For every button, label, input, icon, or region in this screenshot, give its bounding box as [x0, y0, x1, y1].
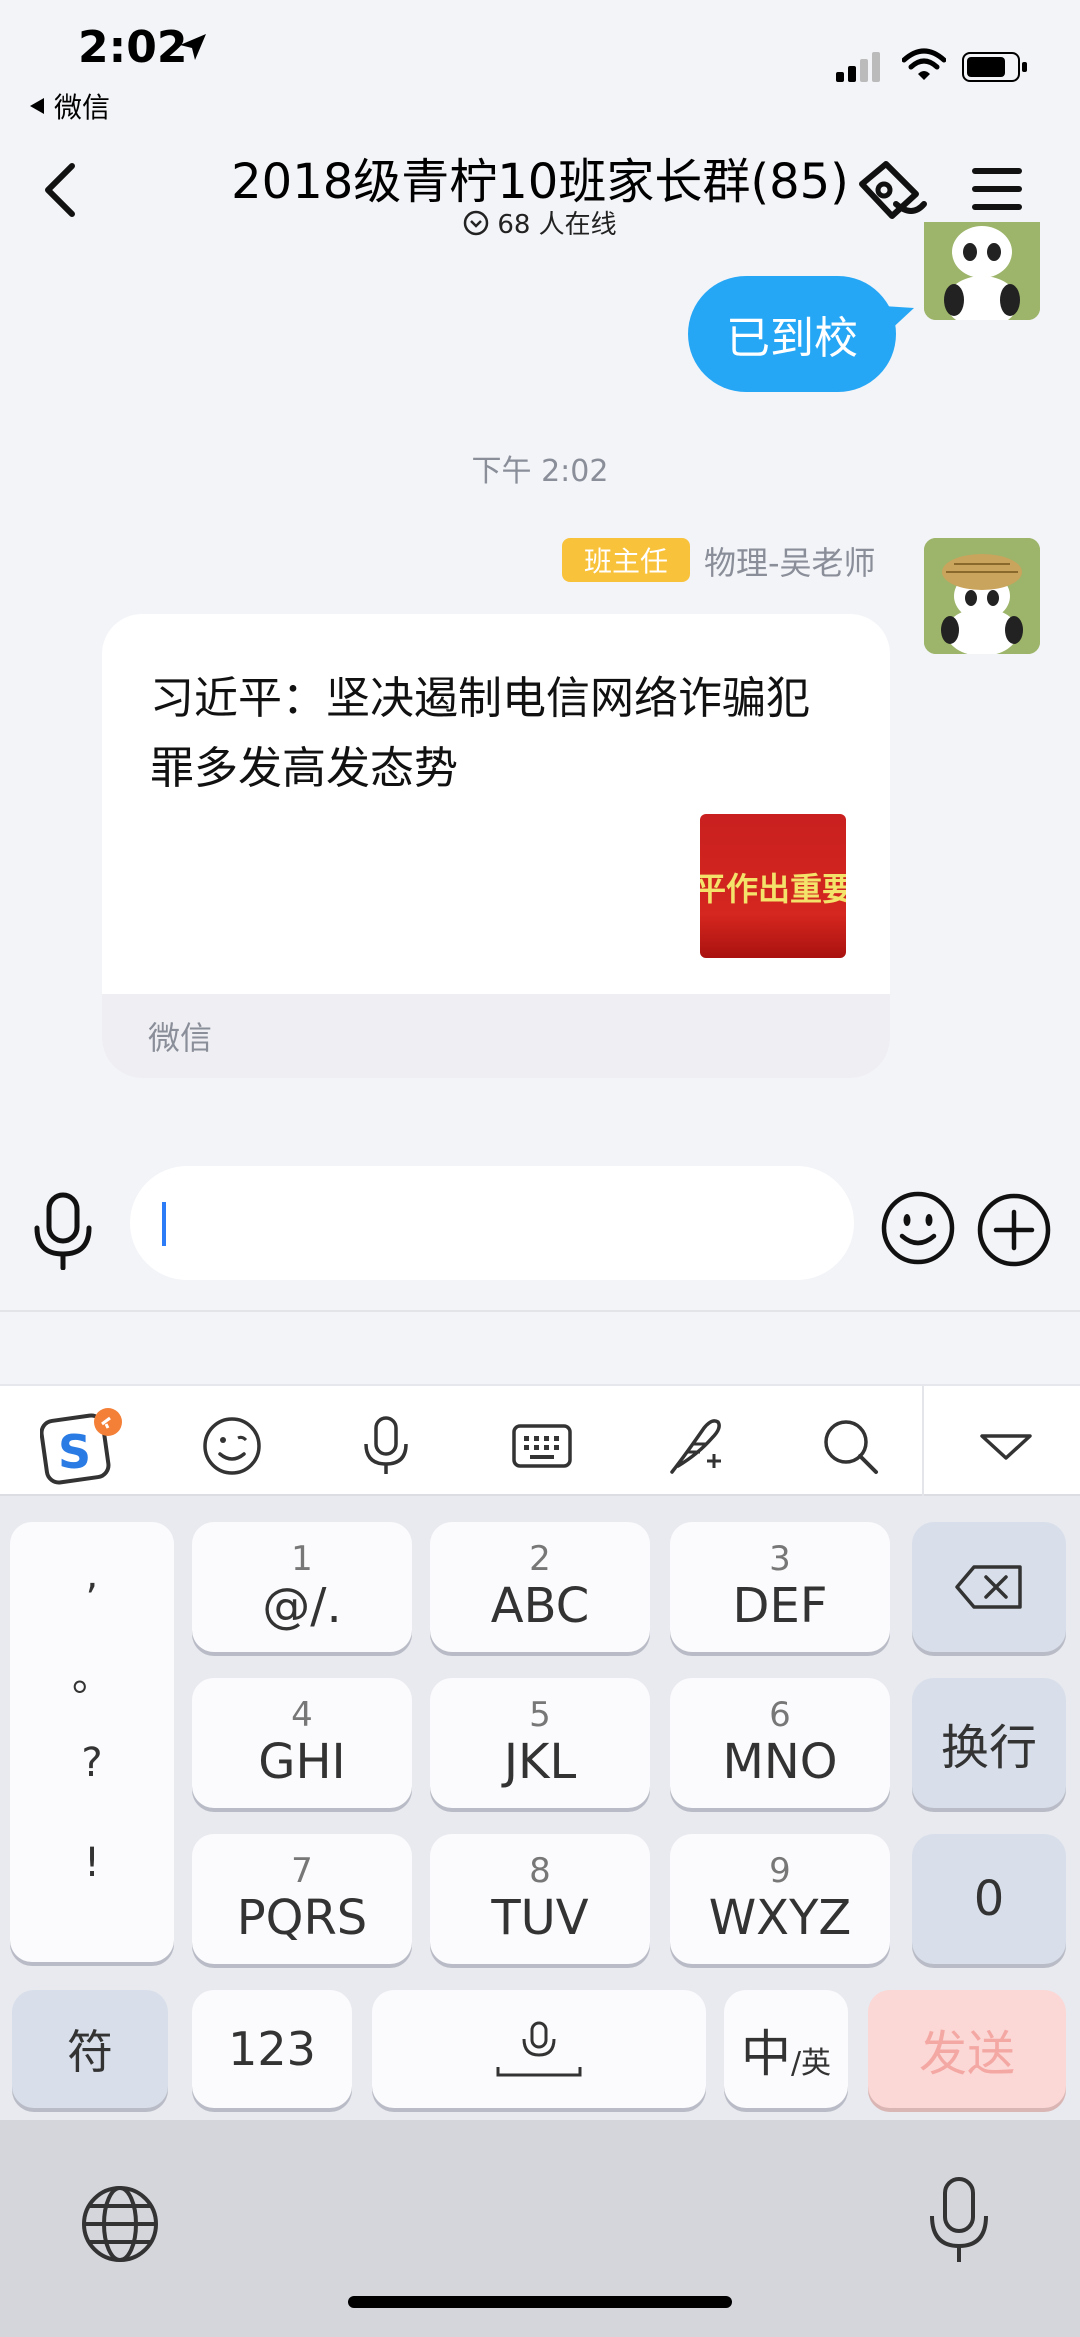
key-letters: PQRS — [236, 1890, 368, 1946]
key-0[interactable]: 0 — [912, 1834, 1066, 1964]
key-letters: @/. — [262, 1578, 342, 1634]
shared-article-card[interactable]: 习近平：坚决遏制电信网络诈骗犯罪多发高发态势 平作出重要 微信 — [102, 614, 890, 1078]
symbols-key[interactable]: 符 — [12, 1990, 168, 2108]
key-num: 6 — [769, 1695, 791, 1735]
chevron-down-circle-icon — [464, 210, 489, 235]
sender-avatar[interactable] — [924, 538, 1040, 654]
key-letters: DEF — [732, 1578, 828, 1634]
key-letters: MNO — [722, 1734, 838, 1790]
status-time: 2:02 — [78, 22, 188, 73]
lang-sub: /英 — [790, 2046, 832, 2081]
divider — [0, 1310, 1080, 1312]
lang-main: 中 — [740, 2025, 791, 2083]
backspace-key[interactable] — [912, 1522, 1066, 1652]
space-mic-icon — [496, 2021, 582, 2077]
keyboard-toolbar: S — [0, 1384, 1080, 1498]
punct-period[interactable]: 。 — [10, 1644, 174, 1702]
bubble-tail — [884, 306, 914, 334]
back-to-app[interactable]: 微信 — [28, 86, 110, 126]
key-6[interactable]: 6 MNO — [670, 1678, 890, 1808]
battery-icon — [962, 52, 1027, 82]
group-tag-icon[interactable] — [856, 160, 928, 224]
space-key[interactable] — [372, 1990, 706, 2108]
key-7[interactable]: 7 PQRS — [192, 1834, 412, 1964]
send-button[interactable]: 发送 — [868, 1990, 1066, 2108]
voice-input-icon[interactable] — [30, 1192, 96, 1270]
plus-icon[interactable] — [976, 1192, 1052, 1268]
own-avatar[interactable] — [924, 222, 1040, 320]
back-app-label: 微信 — [54, 91, 111, 124]
text-cursor — [162, 1202, 166, 1246]
panda-avatar-icon — [924, 222, 1040, 320]
newline-key[interactable]: 换行 — [912, 1678, 1066, 1808]
numbers-key[interactable]: 123 — [192, 1990, 352, 2108]
key-num: 7 — [291, 1851, 313, 1891]
menu-icon[interactable] — [972, 166, 1022, 212]
key-num: 9 — [769, 1851, 791, 1891]
sender-name: 物理-吴老师 — [704, 544, 876, 582]
location-arrow-icon — [180, 34, 206, 60]
key-letters: TUV — [491, 1890, 589, 1946]
voice-icon[interactable] — [354, 1414, 418, 1478]
panda-hat-avatar-icon — [924, 538, 1040, 654]
key-5[interactable]: 5 JKL — [430, 1678, 650, 1808]
thumbnail-caption: 平作出重要 — [700, 870, 846, 908]
key-3[interactable]: 3 DEF — [670, 1522, 890, 1652]
svg-text:S: S — [58, 1425, 91, 1479]
handwriting-icon[interactable] — [664, 1414, 728, 1478]
article-title: 习近平：坚决遏制电信网络诈骗犯罪多发高发态势 — [150, 673, 810, 794]
article-source: 微信 — [102, 994, 890, 1078]
collapse-icon[interactable] — [974, 1414, 1038, 1478]
punct-question[interactable]: ? — [10, 1740, 174, 1786]
key-num: 5 — [529, 1695, 551, 1735]
language-switch-key[interactable]: 中 /英 — [724, 1990, 848, 2108]
globe-icon[interactable] — [80, 2184, 160, 2264]
online-count-label: 68 人在线 — [497, 210, 617, 240]
key-letters: JKL — [503, 1734, 577, 1790]
message-timestamp: 下午 2:02 — [471, 454, 609, 489]
back-triangle-icon — [30, 98, 44, 114]
home-indicator[interactable] — [348, 2296, 732, 2308]
key-1[interactable]: 1 @/. — [192, 1522, 412, 1652]
key-num: 2 — [529, 1539, 551, 1579]
punct-exclaim[interactable]: ! — [10, 1840, 174, 1886]
key-num: 4 — [291, 1695, 313, 1735]
key-2[interactable]: 2 ABC — [430, 1522, 650, 1652]
article-thumbnail: 平作出重要 — [700, 814, 846, 958]
search-icon[interactable] — [818, 1414, 882, 1478]
own-message-bubble[interactable]: 已到校 — [688, 276, 896, 392]
sogou-logo-icon[interactable]: S — [40, 1406, 124, 1486]
key-num: 8 — [529, 1851, 551, 1891]
key-8[interactable]: 8 TUV — [430, 1834, 650, 1964]
key-4[interactable]: 4 GHI — [192, 1678, 412, 1808]
key-letters: ABC — [490, 1578, 590, 1634]
toolbar-separator — [922, 1386, 924, 1498]
key-num: 3 — [769, 1539, 791, 1579]
dictation-mic-icon[interactable] — [928, 2176, 990, 2266]
keyboard: , 。 ? ! 1 @/. 2 ABC 3 DEF 4 GHI 5 JKL 6 … — [0, 1496, 1080, 2120]
cell-signal-icon — [836, 52, 880, 82]
key-letters: GHI — [258, 1734, 346, 1790]
message-input[interactable] — [130, 1166, 854, 1280]
emoji-icon[interactable] — [200, 1414, 264, 1478]
key-letters: WXYZ — [708, 1890, 852, 1946]
keyboard-icon[interactable] — [510, 1414, 574, 1478]
key-9[interactable]: 9 WXYZ — [670, 1834, 890, 1964]
wifi-icon — [902, 48, 946, 80]
backspace-icon — [955, 1565, 1022, 1609]
role-badge: 班主任 — [562, 538, 690, 582]
key-num: 1 — [291, 1539, 313, 1579]
punct-comma[interactable]: , — [10, 1552, 174, 1598]
punctuation-column[interactable]: , 。 ? ! — [10, 1522, 174, 1962]
emoji-icon[interactable] — [880, 1190, 956, 1266]
